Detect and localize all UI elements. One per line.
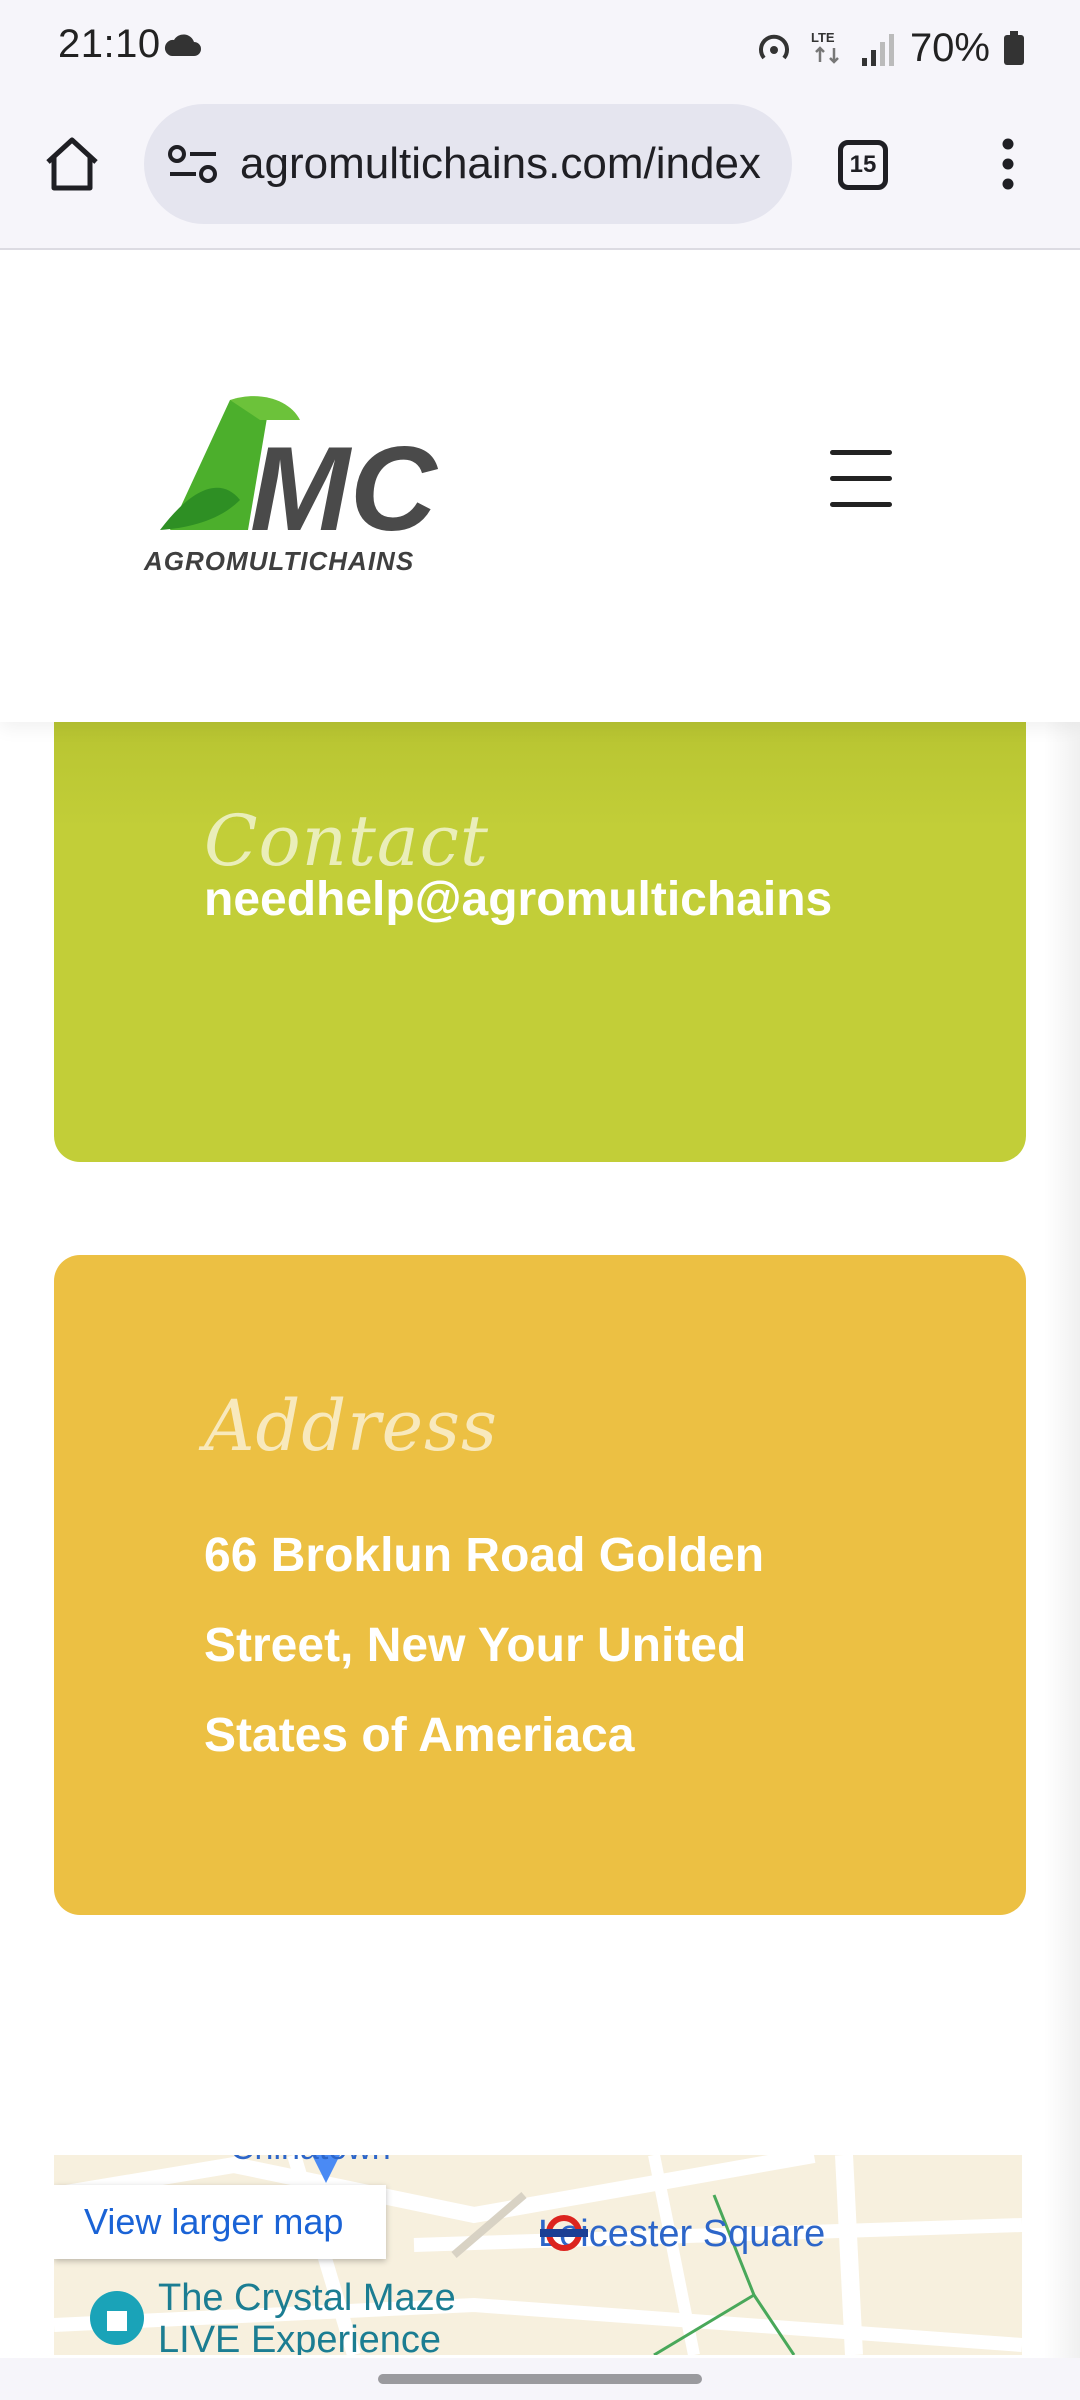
amc-logo[interactable]: MC AGROMULTICHAINS bbox=[130, 380, 490, 580]
address-title: Address bbox=[204, 1385, 498, 1467]
svg-text:MC: MC bbox=[250, 422, 439, 556]
url-text[interactable]: agromultichains.com/index bbox=[240, 104, 774, 224]
address-line: 66 Broklun Road Golden bbox=[204, 1529, 765, 1582]
cloud-icon bbox=[164, 34, 201, 56]
lte-icon: LTE bbox=[811, 30, 839, 64]
signal-icon bbox=[861, 34, 894, 66]
logo-subtitle: AGROMULTICHAINS bbox=[143, 546, 414, 576]
hotspot-icon bbox=[758, 34, 789, 60]
address-line: Street, New Your United bbox=[204, 1619, 747, 1672]
view-larger-map-link[interactable]: View larger map bbox=[54, 2185, 386, 2259]
home-icon[interactable] bbox=[40, 132, 104, 196]
status-time: 21:10 bbox=[58, 22, 161, 66]
web-page: Contact needhelp@agromultichains Address… bbox=[0, 250, 1080, 2370]
map-place-label: Leicester Square bbox=[538, 2213, 826, 2255]
battery-percent: 70% bbox=[909, 25, 990, 70]
map-place-label: The Crystal Maze LIVE Experience bbox=[158, 2277, 456, 2355]
browser-toolbar: agromultichains.com/index 15 bbox=[0, 96, 1080, 250]
contact-card: Contact needhelp@agromultichains bbox=[54, 650, 1026, 1162]
gesture-handle[interactable] bbox=[378, 2374, 702, 2384]
more-options-icon[interactable] bbox=[990, 136, 1026, 192]
status-bar: 21:10 LTE 70% bbox=[0, 0, 1080, 96]
site-header: MC AGROMULTICHAINS bbox=[0, 250, 1080, 722]
navigation-gesture-area bbox=[0, 2358, 1080, 2400]
attraction-pin-icon bbox=[90, 2291, 144, 2345]
contact-title: Contact bbox=[204, 800, 489, 882]
underground-icon bbox=[540, 2215, 588, 2251]
hamburger-menu-icon[interactable] bbox=[830, 450, 892, 508]
contact-email[interactable]: needhelp@agromultichains bbox=[204, 872, 832, 927]
site-settings-icon[interactable] bbox=[168, 144, 218, 184]
address-line: States of Ameriaca bbox=[204, 1709, 635, 1762]
address-card: Address 66 Broklun Road Golden Street, N… bbox=[54, 1255, 1026, 1915]
address-bar[interactable]: agromultichains.com/index bbox=[144, 104, 792, 224]
tab-switcher-button[interactable]: 15 bbox=[838, 140, 888, 190]
map-place-label: Chinatown bbox=[230, 2155, 391, 2168]
embedded-map[interactable]: Chinatown View larger map Leicester Squa… bbox=[54, 2155, 1022, 2355]
svg-text:LTE: LTE bbox=[811, 30, 835, 45]
address-text: 66 Broklun Road Golden Street, New Your … bbox=[204, 1511, 804, 1781]
battery-icon bbox=[1004, 31, 1024, 65]
